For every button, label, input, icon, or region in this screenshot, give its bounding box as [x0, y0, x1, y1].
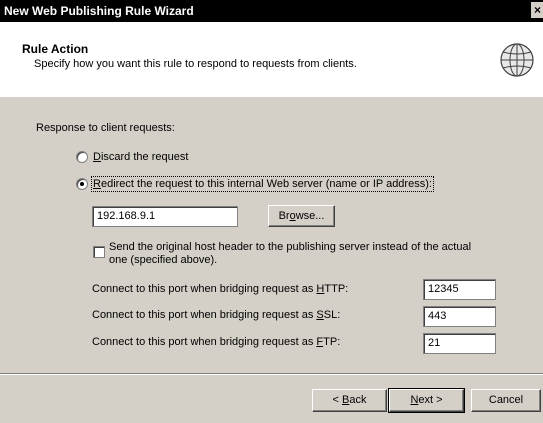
window-title: New Web Publishing Rule Wizard — [4, 4, 194, 18]
discard-label[interactable]: Discard the request — [93, 151, 188, 163]
redirect-label[interactable]: Redirect the request to this internal We… — [91, 176, 434, 192]
close-icon[interactable]: × — [531, 2, 543, 18]
radio-dot-icon — [80, 182, 84, 186]
ssl-port-label: Connect to this port when bridging reque… — [92, 309, 341, 321]
back-button[interactable]: < Back — [312, 389, 387, 412]
response-label: Response to client requests: — [36, 122, 175, 134]
discard-radio[interactable] — [76, 151, 88, 163]
http-port-input[interactable]: 12345 — [423, 279, 496, 300]
page-title: Rule Action — [22, 42, 89, 56]
http-port-label: Connect to this port when bridging reque… — [92, 283, 349, 295]
page-subtitle: Specify how you want this rule to respon… — [34, 58, 357, 70]
wizard-header: Rule Action Specify how you want this ru… — [0, 22, 543, 97]
globe-icon — [500, 43, 534, 77]
title-bar[interactable]: New Web Publishing Rule Wizard × — [0, 0, 543, 22]
ftp-port-label: Connect to this port when bridging reque… — [92, 336, 341, 348]
next-button[interactable]: Next > — [388, 388, 465, 413]
server-address-input[interactable]: 192.168.9.1 — [92, 206, 238, 227]
ssl-port-input[interactable]: 443 — [423, 306, 496, 327]
footer-divider-highlight — [0, 374, 543, 375]
browse-button[interactable]: Browse... — [268, 205, 335, 227]
send-host-header-label-line1[interactable]: Send the original host header to the pub… — [109, 241, 471, 253]
send-host-header-label-line2[interactable]: one (specified above). — [109, 254, 217, 266]
cancel-button[interactable]: Cancel — [471, 389, 541, 412]
header-divider — [0, 96, 543, 97]
send-host-header-checkbox[interactable] — [93, 246, 105, 258]
ftp-port-input[interactable]: 21 — [423, 333, 496, 354]
redirect-radio[interactable] — [76, 178, 88, 190]
